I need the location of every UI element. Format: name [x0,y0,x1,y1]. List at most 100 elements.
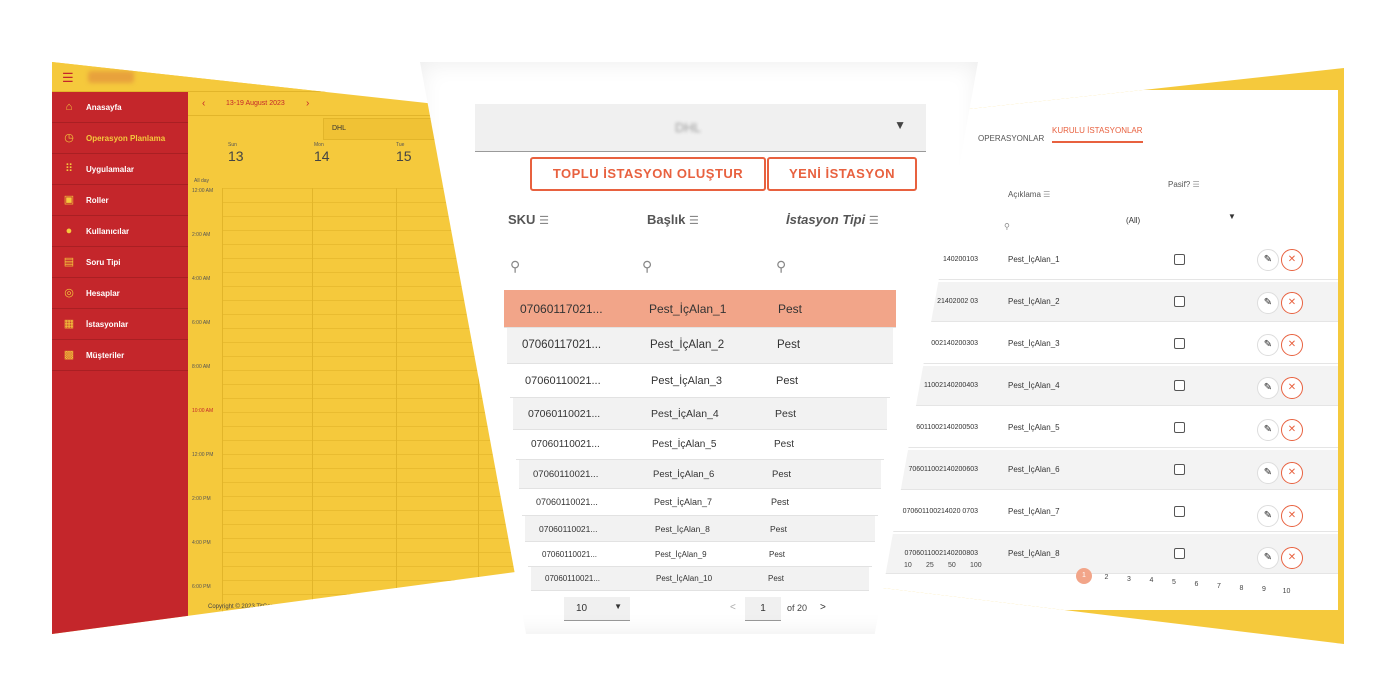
page-button[interactable]: 2 [1099,570,1115,586]
sidebar-item[interactable]: ▣ Roller [52,185,188,216]
search-icon[interactable]: ⚲ [510,258,520,275]
chevron-down-icon[interactable]: ▼ [894,118,906,132]
table-row[interactable]: 21402002 03 Pest_İçAlan_2 ✎ ✕ [870,282,1338,322]
sidebar-item[interactable]: ◎ Hesaplar [52,278,188,309]
delete-icon[interactable]: ✕ [1281,291,1303,314]
search-icon[interactable]: ⚲ [1004,222,1010,231]
passive-checkbox[interactable] [1174,338,1185,349]
table-row[interactable]: 6011002140200503 Pest_İçAlan_5 ✎ ✕ [870,408,1338,448]
chevron-down-icon[interactable]: ▼ [1228,212,1236,221]
table-row[interactable]: 07060110021... Pest_İçAlan_8 Pest [525,516,875,542]
passive-checkbox[interactable] [1174,548,1185,559]
column-header-title[interactable]: Başlık ☰ [647,212,699,227]
search-icon[interactable]: ⚲ [776,258,786,275]
passive-checkbox[interactable] [1174,506,1185,517]
filter-icon[interactable]: ☰ [1192,180,1199,189]
delete-icon[interactable]: ✕ [1281,249,1303,271]
sidebar-item[interactable]: ▦ İstasyonlar [52,309,188,340]
sidebar-item[interactable]: ◷ Operasyon Planlama [52,123,188,154]
cell-title: Pest_İçAlan_5 [652,439,717,450]
filter-icon[interactable]: ☰ [1043,190,1050,199]
sidebar-item[interactable]: ⌂ Anasayfa [52,92,188,123]
page-button[interactable]: 5 [1166,575,1182,591]
filter-icon[interactable]: ☰ [869,215,879,227]
cell-sku: 07060110021... [539,523,598,534]
prev-week-button[interactable]: ‹ [202,98,205,109]
table-row[interactable]: 07060110021... Pest_İçAlan_10 Pest [531,567,869,591]
page-button[interactable]: 10 [1279,584,1295,600]
edit-icon[interactable]: ✎ [1257,334,1279,357]
brand-logo [88,71,134,83]
column-header-description[interactable]: Açıklama ☰ [1008,190,1050,199]
search-icon[interactable]: ⚲ [642,258,652,275]
passive-checkbox[interactable] [1174,380,1185,391]
table-row[interactable]: 07060110021... Pest_İçAlan_6 Pest [519,460,881,489]
delete-icon[interactable]: ✕ [1281,334,1303,357]
next-page-button[interactable]: > [820,602,826,613]
bulk-create-station-button[interactable]: TOPLU İSTASYON OLUŞTUR [530,157,766,191]
sidebar-item[interactable]: ⠿ Uygulamalar [52,154,188,185]
table-row[interactable]: 706011002140200603 Pest_İçAlan_6 ✎ ✕ [870,450,1338,490]
table-row[interactable]: 11002140200403 Pest_İçAlan_4 ✎ ✕ [870,366,1338,406]
sidebar-item[interactable]: ● Kullanıcılar [52,216,188,247]
delete-icon[interactable]: ✕ [1281,504,1303,527]
table-row[interactable]: 07060110021... Pest_İçAlan_3 Pest [510,364,890,398]
carrier-select[interactable]: DHL ▼ [475,104,926,152]
edit-icon[interactable]: ✎ [1257,547,1279,570]
sidebar-item[interactable]: ▩ Müşteriler [52,340,188,371]
page-size-option[interactable]: 25 [926,562,934,569]
column-header-passive[interactable]: Pasif? ☰ [1168,180,1200,189]
filter-icon[interactable]: ☰ [689,215,699,227]
menu-icon[interactable]: ☰ [62,70,74,86]
table-row[interactable]: 07060117021... Pest_İçAlan_1 Pest [504,290,896,328]
page-button[interactable]: 7 [1211,579,1227,595]
passive-checkbox[interactable] [1174,296,1185,307]
prev-page-button[interactable]: < [730,602,736,613]
delete-icon[interactable]: ✕ [1281,547,1303,570]
column-header-station-type[interactable]: İstasyon Tipi ☰ [786,212,879,227]
table-row[interactable]: 07060110021... Pest_İçAlan_7 Pest [522,489,878,516]
table-row[interactable]: 07060110021... Pest_İçAlan_4 Pest [513,398,887,430]
edit-icon[interactable]: ✎ [1257,504,1279,527]
cell-title: Pest_İçAlan_7 [654,497,713,507]
table-row[interactable]: 002140200303 Pest_İçAlan_3 ✎ ✕ [870,324,1338,364]
page-size-option[interactable]: 100 [970,562,982,569]
delete-icon[interactable]: ✕ [1281,462,1303,484]
promo-collage: { "left": { "menu_icon": "menu-icon", "s… [0,0,1400,700]
passive-checkbox[interactable] [1174,254,1185,265]
column-header-sku[interactable]: SKU ☰ [508,212,549,227]
page-total: of 20 [787,603,808,613]
delete-icon[interactable]: ✕ [1281,376,1303,399]
sidebar-item[interactable]: ▤ Soru Tipi [52,247,188,278]
table-row[interactable]: 07060110021... Pest_İçAlan_9 Pest [528,542,872,567]
edit-icon[interactable]: ✎ [1257,419,1279,442]
passive-checkbox[interactable] [1174,464,1185,475]
page-button[interactable]: 4 [1144,573,1160,589]
edit-icon[interactable]: ✎ [1257,462,1279,484]
table-row[interactable]: 0706011002140200803 Pest_İçAlan_8 ✎ ✕ [870,534,1338,574]
edit-icon[interactable]: ✎ [1257,291,1279,314]
edit-icon[interactable]: ✎ [1257,249,1279,271]
page-size-option[interactable]: 10 [904,562,912,569]
delete-icon[interactable]: ✕ [1281,419,1303,442]
page-button[interactable]: 6 [1189,577,1205,593]
passive-filter-select[interactable]: (All) [1126,216,1140,225]
tab-operations[interactable]: OPERASYONLAR [978,134,1044,143]
page-input[interactable]: 1 [745,597,781,621]
page-size-option[interactable]: 50 [948,562,956,569]
page-button[interactable]: 8 [1234,581,1250,597]
passive-checkbox[interactable] [1174,422,1185,433]
table-row[interactable]: 070601100214020 0703 Pest_İçAlan_7 ✎ ✕ [870,492,1338,532]
page-button[interactable]: 1 [1076,568,1092,584]
table-row[interactable]: 07060110021... Pest_İçAlan_5 Pest [516,430,884,460]
next-week-button[interactable]: › [306,98,309,109]
table-row[interactable]: 07060117021... Pest_İçAlan_2 Pest [507,328,893,364]
page-button[interactable]: 9 [1256,582,1272,598]
tab-installed-stations[interactable]: KURULU İSTASYONLAR [1052,126,1143,143]
edit-icon[interactable]: ✎ [1257,376,1279,399]
new-station-button[interactable]: YENİ İSTASYON [767,157,917,191]
page-button[interactable]: 3 [1121,572,1137,588]
page-size-select[interactable]: 10 ▼ [564,597,630,621]
cell-sku: 6011002140200503 [916,424,978,431]
filter-icon[interactable]: ☰ [539,215,549,227]
